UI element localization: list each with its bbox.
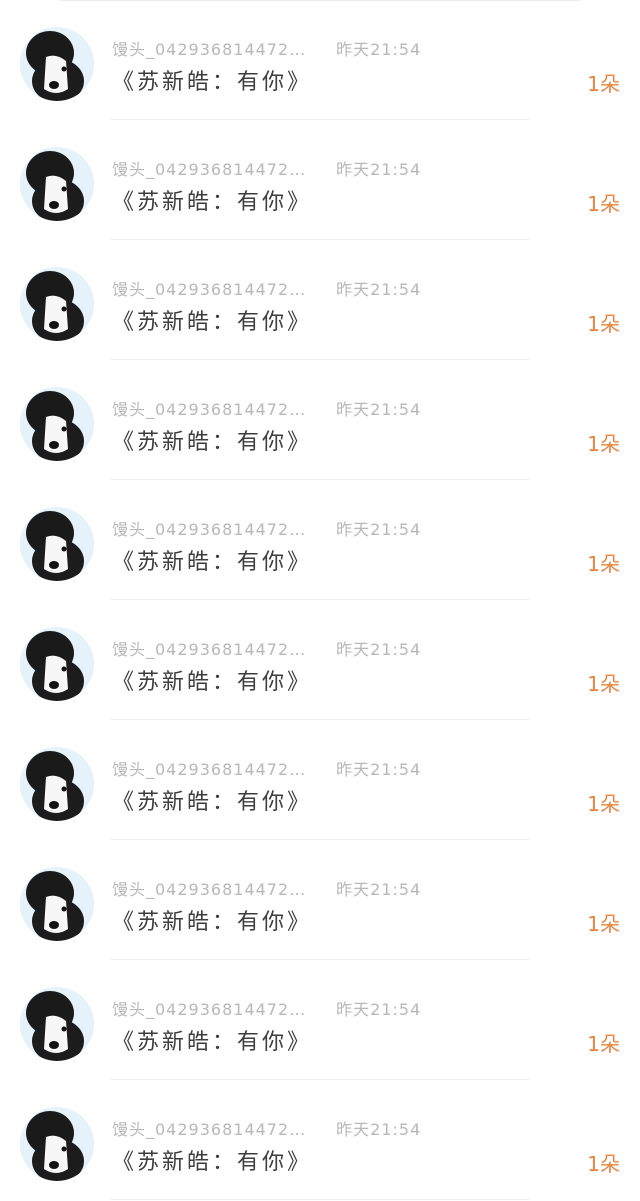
comment-title: 《苏新皓：有你》: [112, 70, 313, 95]
timestamp: 昨天21:54: [336, 160, 422, 179]
comment-title: 《苏新皓：有你》: [112, 310, 313, 335]
comment-title: 《苏新皓：有你》: [112, 910, 313, 935]
comment-title: 《苏新皓：有你》: [112, 1030, 313, 1055]
list-item[interactable]: 馒头_042936814472… 昨天21:54 《苏新皓：有你》 1朵: [0, 840, 640, 960]
timestamp: 昨天21:54: [336, 640, 422, 659]
puppy-avatar-icon[interactable]: [20, 1107, 94, 1181]
timestamp: 昨天21:54: [336, 400, 422, 419]
timestamp: 昨天21:54: [336, 1120, 422, 1139]
flower-count: 1朵: [587, 912, 620, 936]
list-item[interactable]: 馒头_042936814472… 昨天21:54 《苏新皓：有你》 1朵: [0, 600, 640, 720]
list-item[interactable]: 馒头_042936814472… 昨天21:54 《苏新皓：有你》 1朵: [0, 1080, 640, 1200]
puppy-avatar-icon[interactable]: [20, 267, 94, 341]
comment-meta: 馒头_042936814472… 昨天21:54: [112, 276, 421, 300]
list-item[interactable]: 馒头_042936814472… 昨天21:54 《苏新皓：有你》 1朵: [0, 360, 640, 480]
comment-meta: 馒头_042936814472… 昨天21:54: [112, 996, 421, 1020]
list-item[interactable]: 馒头_042936814472… 昨天21:54 《苏新皓：有你》 1朵: [0, 960, 640, 1080]
comment-meta: 馒头_042936814472… 昨天21:54: [112, 156, 421, 180]
username[interactable]: 馒头_042936814472…: [112, 520, 306, 539]
list-item[interactable]: 馒头_042936814472… 昨天21:54 《苏新皓：有你》 1朵: [0, 240, 640, 360]
timestamp: 昨天21:54: [336, 880, 422, 899]
comment-meta: 馒头_042936814472… 昨天21:54: [112, 516, 421, 540]
username[interactable]: 馒头_042936814472…: [112, 640, 306, 659]
username[interactable]: 馒头_042936814472…: [112, 880, 306, 899]
puppy-avatar-icon[interactable]: [20, 507, 94, 581]
timestamp: 昨天21:54: [336, 760, 422, 779]
timestamp: 昨天21:54: [336, 520, 422, 539]
username[interactable]: 馒头_042936814472…: [112, 40, 306, 59]
comment-meta: 馒头_042936814472… 昨天21:54: [112, 396, 421, 420]
username[interactable]: 馒头_042936814472…: [112, 1000, 306, 1019]
comment-meta: 馒头_042936814472… 昨天21:54: [112, 876, 421, 900]
username[interactable]: 馒头_042936814472…: [112, 760, 306, 779]
puppy-avatar-icon[interactable]: [20, 747, 94, 821]
comment-meta: 馒头_042936814472… 昨天21:54: [112, 756, 421, 780]
list-item[interactable]: 馒头_042936814472… 昨天21:54 《苏新皓：有你》 1朵: [0, 480, 640, 600]
comment-title: 《苏新皓：有你》: [112, 430, 313, 455]
username[interactable]: 馒头_042936814472…: [112, 1120, 306, 1139]
comment-title: 《苏新皓：有你》: [112, 190, 313, 215]
flower-count: 1朵: [587, 1032, 620, 1056]
list-item[interactable]: 馒头_042936814472… 昨天21:54 《苏新皓：有你》 1朵: [0, 120, 640, 240]
comment-title: 《苏新皓：有你》: [112, 670, 313, 695]
comment-title: 《苏新皓：有你》: [112, 1150, 313, 1175]
puppy-avatar-icon[interactable]: [20, 147, 94, 221]
flower-count: 1朵: [587, 192, 620, 216]
username[interactable]: 馒头_042936814472…: [112, 160, 306, 179]
flower-count: 1朵: [587, 552, 620, 576]
puppy-avatar-icon[interactable]: [20, 987, 94, 1061]
list-item[interactable]: 馒头_042936814472… 昨天21:54 《苏新皓：有你》 1朵: [0, 720, 640, 840]
gift-record-list: 馒头_042936814472… 昨天21:54 《苏新皓：有你》 1朵 馒头_0…: [0, 0, 640, 1201]
flower-count: 1朵: [587, 672, 620, 696]
username[interactable]: 馒头_042936814472…: [112, 400, 306, 419]
comment-meta: 馒头_042936814472… 昨天21:54: [112, 636, 421, 660]
comment-title: 《苏新皓：有你》: [112, 790, 313, 815]
flower-count: 1朵: [587, 1152, 620, 1176]
username[interactable]: 馒头_042936814472…: [112, 280, 306, 299]
comment-meta: 馒头_042936814472… 昨天21:54: [112, 1116, 421, 1140]
puppy-avatar-icon[interactable]: [20, 627, 94, 701]
puppy-avatar-icon[interactable]: [20, 27, 94, 101]
timestamp: 昨天21:54: [336, 1000, 422, 1019]
comment-meta: 馒头_042936814472… 昨天21:54: [112, 36, 421, 60]
puppy-avatar-icon[interactable]: [20, 387, 94, 461]
flower-count: 1朵: [587, 432, 620, 456]
timestamp: 昨天21:54: [336, 280, 422, 299]
flower-count: 1朵: [587, 312, 620, 336]
puppy-avatar-icon[interactable]: [20, 867, 94, 941]
comment-title: 《苏新皓：有你》: [112, 550, 313, 575]
flower-count: 1朵: [587, 792, 620, 816]
list-item[interactable]: 馒头_042936814472… 昨天21:54 《苏新皓：有你》 1朵: [0, 0, 640, 120]
flower-count: 1朵: [587, 72, 620, 96]
timestamp: 昨天21:54: [336, 40, 422, 59]
